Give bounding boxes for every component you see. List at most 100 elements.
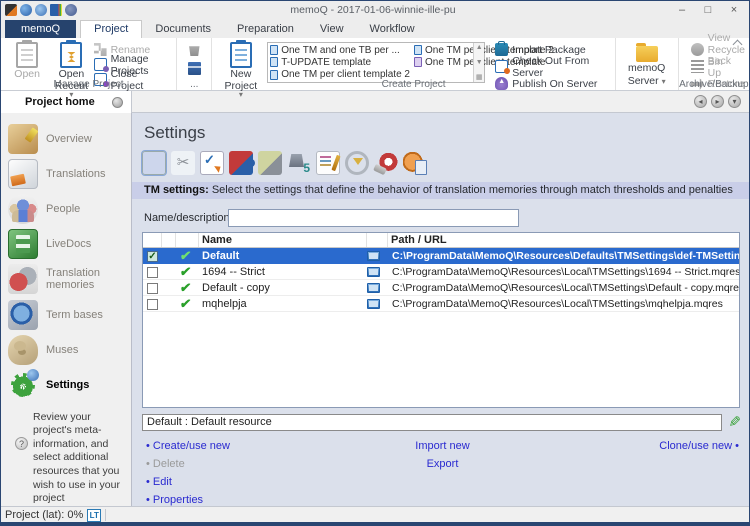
table-row[interactable]: ✓ ✔ Default C:\ProgramData\MemoQ\Resourc… bbox=[143, 248, 739, 264]
sidebar-item-settings[interactable]: Settings bbox=[1, 367, 131, 402]
tm-settings-binders-icon[interactable] bbox=[142, 151, 166, 175]
name-description-filter-input[interactable] bbox=[228, 209, 519, 227]
delete-project-trash-icon[interactable] bbox=[188, 43, 201, 56]
group-dots: ... bbox=[177, 38, 212, 90]
options-gear-icon[interactable] bbox=[65, 4, 77, 16]
notebook-icon[interactable] bbox=[50, 4, 62, 16]
clone-use-new-link[interactable]: Clone/use new bbox=[541, 440, 739, 452]
sidebar-help: ? Review your project's meta-information… bbox=[1, 403, 131, 506]
command-links: Create/use new Import new Clone/use new … bbox=[146, 440, 739, 506]
local-computer-icon bbox=[367, 283, 380, 293]
scroll-up-icon[interactable]: ▲ bbox=[476, 43, 483, 52]
sidebar-item-livedocs[interactable]: LiveDocs bbox=[1, 227, 131, 262]
delete-link[interactable]: Delete bbox=[146, 458, 344, 470]
sidebar-item-translation-memories[interactable]: Translation memories bbox=[1, 262, 131, 297]
tab-project[interactable]: Project bbox=[80, 20, 142, 38]
segmentation-rules-scissors-icon[interactable] bbox=[171, 151, 195, 175]
font-substitution-lantern-icon[interactable] bbox=[403, 151, 427, 175]
tab-preparation[interactable]: Preparation bbox=[224, 21, 307, 38]
question-mark-icon: ? bbox=[15, 437, 28, 450]
term-bases-globe-icon bbox=[8, 300, 38, 330]
edit-link[interactable]: Edit bbox=[146, 476, 344, 488]
qa-settings-puzzle-icon[interactable] bbox=[229, 151, 253, 175]
back-up-button[interactable]: Back Up bbox=[691, 60, 745, 73]
local-computer-icon bbox=[367, 251, 380, 261]
project-home-sidebar: Overview Translations People LiveDocs Tr… bbox=[1, 113, 132, 506]
tab-view[interactable]: View bbox=[307, 21, 357, 38]
row-checkbox[interactable] bbox=[147, 267, 158, 278]
group-archive-backup: View Recycle Bin Back Up Restore Archive… bbox=[679, 38, 749, 90]
livedocs-cabinet-icon bbox=[8, 229, 38, 259]
sync-icon[interactable] bbox=[35, 4, 47, 16]
new-project-icon bbox=[230, 42, 252, 68]
settings-pane: Settings TM settings: Select the setting… bbox=[132, 113, 749, 506]
tab-documents[interactable]: Documents bbox=[142, 21, 224, 38]
sidebar-item-overview[interactable]: Overview bbox=[1, 121, 131, 156]
edit-description-pencil-icon[interactable]: ✎ bbox=[725, 415, 741, 430]
template-icon bbox=[270, 57, 278, 67]
memoq-window: memoQ - 2017-01-06-winnie-ille-pu – □ × … bbox=[0, 0, 750, 526]
template-item[interactable]: T-UPDATE template bbox=[270, 56, 410, 68]
sidebar-item-people[interactable]: People bbox=[1, 191, 131, 226]
check-out-icon bbox=[495, 60, 508, 73]
auto-translation-checkbox-icon[interactable] bbox=[200, 151, 224, 175]
row-checkbox[interactable] bbox=[147, 283, 158, 294]
help-icon[interactable] bbox=[20, 4, 32, 16]
archive-project-icon[interactable] bbox=[188, 62, 201, 75]
enabled-check-icon: ✔ bbox=[175, 264, 200, 280]
nav-dropdown-icon[interactable]: ▾ bbox=[728, 95, 741, 108]
table-row[interactable]: ✔ Default - copy C:\ProgramData\MemoQ\Re… bbox=[143, 280, 739, 296]
properties-link[interactable]: Properties bbox=[146, 494, 344, 506]
template-list-scrollbar[interactable]: ▲ ▼ ▦ bbox=[473, 43, 484, 82]
status-separator bbox=[105, 509, 106, 521]
row-checkbox[interactable] bbox=[147, 299, 158, 310]
dropdown-arrow-icon: ▾ bbox=[662, 77, 666, 86]
row-path: C:\ProgramData\MemoQ\Resources\Local\TMS… bbox=[388, 282, 739, 294]
open-icon bbox=[16, 42, 38, 68]
row-checkbox[interactable]: ✓ bbox=[147, 251, 158, 262]
template-icon bbox=[270, 45, 278, 55]
sidebar-item-term-bases[interactable]: Term bases bbox=[1, 297, 131, 332]
ribbon-tab-strip: memoQ Project Documents Preparation View… bbox=[1, 19, 749, 38]
tab-workflow[interactable]: Workflow bbox=[357, 21, 428, 38]
create-use-new-link[interactable]: Create/use new bbox=[146, 440, 344, 452]
ribbon: Open Open Recent ▾ Rename Manage Project… bbox=[1, 38, 749, 91]
tab-memoq[interactable]: memoQ bbox=[5, 20, 76, 38]
maximize-button[interactable]: □ bbox=[695, 2, 721, 18]
column-header-path[interactable]: Path / URL bbox=[388, 233, 739, 247]
row-path: C:\ProgramData\MemoQ\Resources\Local\TMS… bbox=[388, 266, 739, 278]
filter-puzzle-icon[interactable] bbox=[258, 151, 282, 175]
export-path-rules-document-icon[interactable] bbox=[316, 151, 340, 175]
row-name: Default - copy bbox=[199, 282, 367, 294]
resource-description-box[interactable]: Default : Default resource bbox=[142, 414, 722, 431]
row-name: mqhelpja bbox=[199, 298, 367, 310]
column-header-name[interactable]: Name bbox=[199, 233, 367, 247]
penalties-weights-icon[interactable] bbox=[287, 151, 311, 175]
sidebar-item-translations[interactable]: Translations bbox=[1, 156, 131, 191]
export-link[interactable]: Export bbox=[344, 458, 542, 470]
memoq-server-button[interactable]: memoQ Server ▾ bbox=[620, 41, 674, 87]
sidebar-item-muses[interactable]: Muses bbox=[1, 332, 131, 367]
group-create-project: New Project ▾ One TM and one TB per ... … bbox=[212, 38, 615, 90]
manage-projects-icon bbox=[94, 58, 107, 71]
template-icon bbox=[414, 57, 422, 67]
memoq-logo-icon[interactable] bbox=[5, 4, 17, 16]
template-item[interactable]: One TM and one TB per ... bbox=[270, 44, 410, 56]
scroll-down-icon[interactable]: ▼ bbox=[476, 58, 483, 67]
open-button[interactable]: Open bbox=[5, 41, 49, 81]
nav-back-icon[interactable]: ◂ bbox=[694, 95, 707, 108]
language-terminal-icon[interactable]: LT bbox=[87, 509, 101, 522]
table-row[interactable]: ✔ 1694 -- Strict C:\ProgramData\MemoQ\Re… bbox=[143, 264, 739, 280]
import-new-link[interactable]: Import new bbox=[344, 440, 542, 452]
tm-settings-table: Name Path / URL ✓ ✔ Default C:\ProgramDa… bbox=[142, 232, 740, 408]
close-button[interactable]: × bbox=[721, 2, 747, 18]
window-title: memoQ - 2017-01-06-winnie-ille-pu bbox=[77, 4, 669, 16]
overview-box-icon bbox=[8, 124, 38, 154]
filter-label: Name/description bbox=[144, 212, 228, 224]
group-memoq-server: memoQ Server ▾ bbox=[616, 38, 679, 90]
minimize-button[interactable]: – bbox=[669, 2, 695, 18]
table-row[interactable]: ✔ mqhelpja C:\ProgramData\MemoQ\Resource… bbox=[143, 296, 739, 312]
nav-forward-icon[interactable]: ▸ bbox=[711, 95, 724, 108]
ring-arrow-icon[interactable] bbox=[345, 151, 369, 175]
ignore-lists-stamp-icon[interactable] bbox=[374, 151, 398, 175]
